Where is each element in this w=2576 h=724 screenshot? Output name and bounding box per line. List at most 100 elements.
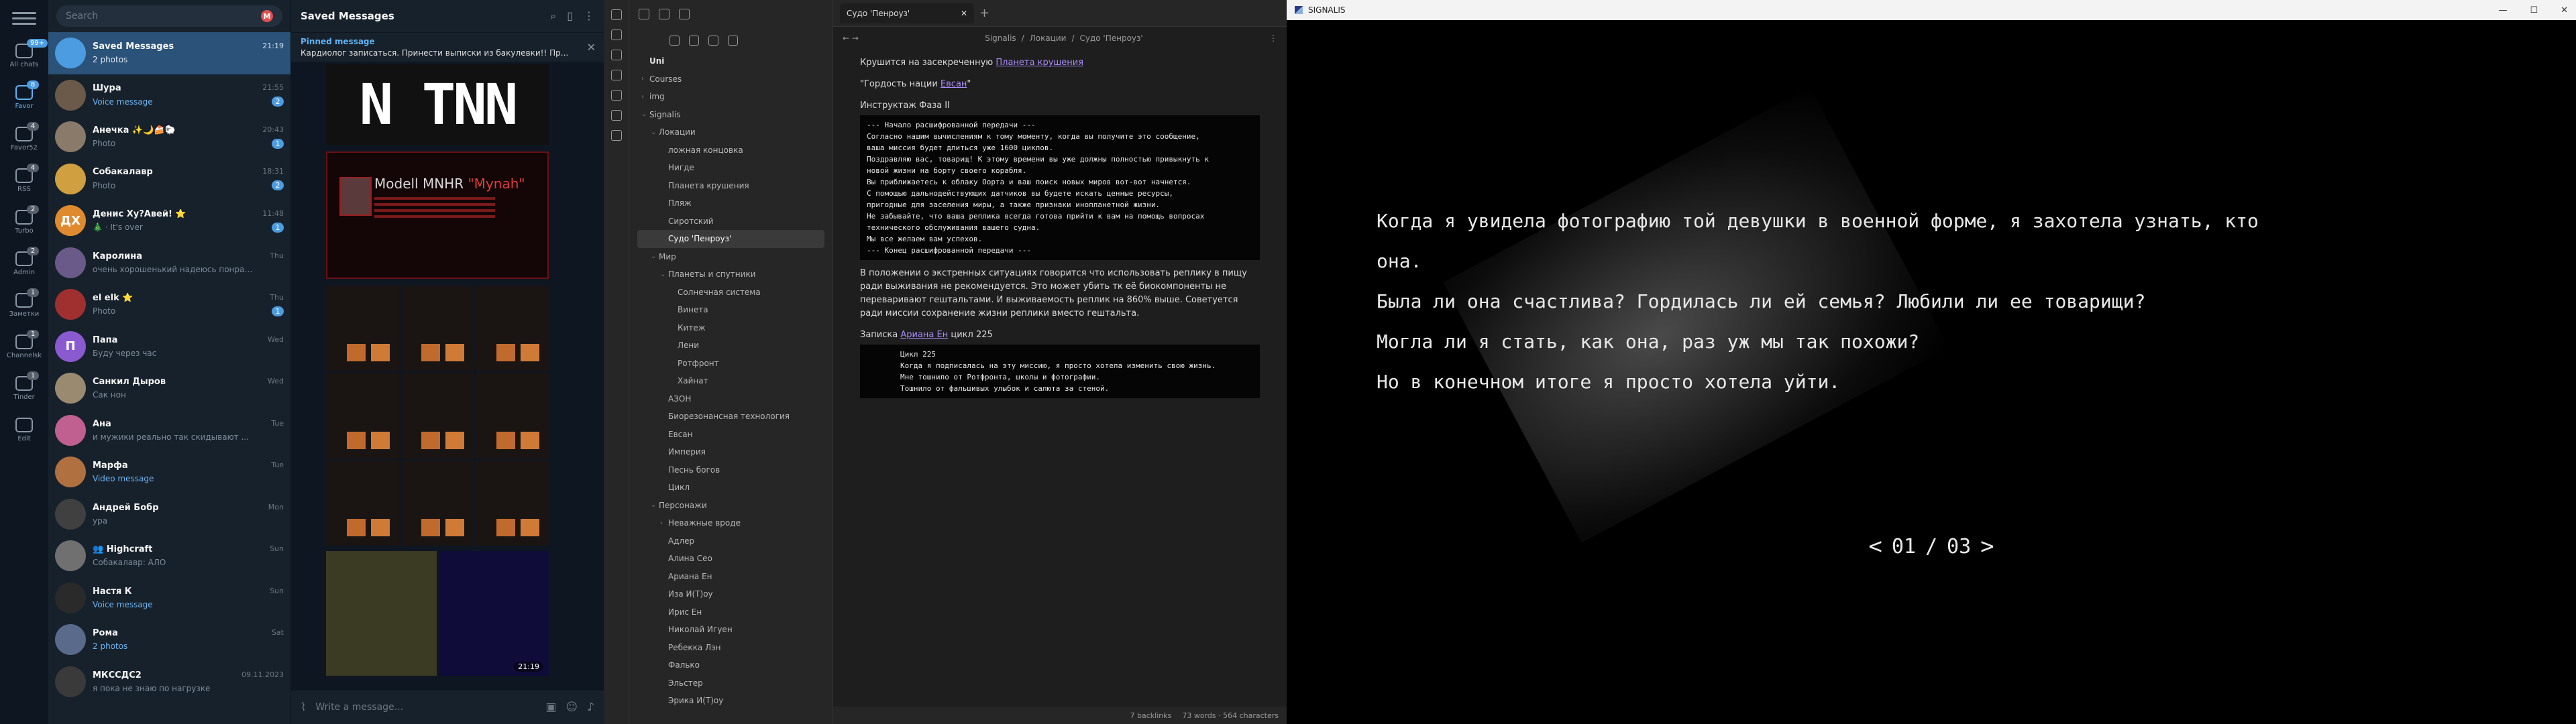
- chat-item[interactable]: П Папа Wed Буду через час: [48, 326, 290, 368]
- folder-tab[interactable]: Заметки 1: [0, 284, 48, 326]
- folder-icon[interactable]: [639, 9, 649, 19]
- photo-tile[interactable]: [400, 460, 474, 546]
- close-icon[interactable]: ✕: [587, 41, 596, 54]
- new-note-icon[interactable]: [669, 35, 680, 46]
- photo-tile[interactable]: [326, 286, 399, 371]
- tree-item[interactable]: ⌄ Персонажи: [637, 497, 833, 515]
- prev-page-icon[interactable]: <: [1868, 533, 1882, 560]
- file-icon[interactable]: [610, 29, 622, 40]
- tree-item[interactable]: Солнечная система: [637, 284, 833, 302]
- sort-icon[interactable]: [708, 35, 718, 46]
- tree-item[interactable]: ⌄ Планеты и спутники: [637, 265, 833, 284]
- tree-item[interactable]: Китеж: [637, 319, 833, 337]
- folder-tab[interactable]: Channelsk 1: [0, 326, 48, 367]
- tree-item[interactable]: ⌄ Мир: [637, 248, 833, 266]
- tree-item[interactable]: Песнь богов: [637, 461, 833, 479]
- internal-link[interactable]: Евсан: [941, 79, 967, 89]
- chat-item[interactable]: ДХ Денис Ху?Авей! ⭐ 11:48 🎄 · It's over 1: [48, 200, 290, 242]
- collapse-icon[interactable]: [728, 35, 738, 46]
- internal-link[interactable]: Ариана Ен: [900, 330, 948, 340]
- tree-item[interactable]: Биорезонансная технология: [637, 408, 833, 426]
- tree-item[interactable]: Судо 'Пенроуз': [637, 230, 824, 248]
- search-icon[interactable]: [659, 9, 669, 19]
- tree-item[interactable]: Планета крушения: [637, 177, 833, 195]
- chat-item[interactable]: МКССДС2 09.11.2023 я пока не знаю по нагру…: [48, 661, 290, 703]
- photo-tile[interactable]: [326, 551, 437, 676]
- folder-tab[interactable]: Admin 2: [0, 243, 48, 284]
- internal-link[interactable]: Планета крушения: [996, 58, 1083, 68]
- photo-tile[interactable]: [476, 460, 549, 546]
- sidebar-toggle-icon[interactable]: [610, 9, 622, 20]
- tree-item[interactable]: Uni: [637, 52, 833, 70]
- photo-album[interactable]: [326, 286, 549, 546]
- close-icon[interactable]: ✕: [961, 9, 967, 18]
- microphone-icon[interactable]: ♪: [587, 701, 594, 714]
- tree-item[interactable]: Винета: [637, 301, 833, 319]
- photo-tile[interactable]: [400, 286, 474, 371]
- folder-tab[interactable]: Favor52 4: [0, 118, 48, 160]
- game-viewport[interactable]: Когда я увидела фотографию той девушки в…: [1287, 20, 2576, 724]
- chat-item[interactable]: Каролина Thu очень хорошенький надеюсь пон…: [48, 242, 290, 284]
- tree-item[interactable]: › Courses: [637, 70, 833, 88]
- graph-icon[interactable]: [610, 50, 622, 60]
- emoji-icon[interactable]: ☺: [566, 701, 578, 714]
- tree-item[interactable]: Фалько: [637, 656, 833, 674]
- crumb-item[interactable]: Судо 'Пенроуз': [1079, 34, 1142, 43]
- tree-item[interactable]: Ротфронт: [637, 355, 833, 373]
- tree-item[interactable]: ⌄ Локации: [637, 123, 833, 141]
- chat-item[interactable]: Рома Sat 2 photos: [48, 619, 290, 661]
- tree-item[interactable]: Лени: [637, 337, 833, 355]
- tree-item[interactable]: Сиротский: [637, 213, 833, 231]
- more-icon[interactable]: ⋮: [1269, 34, 1277, 43]
- new-folder-icon[interactable]: [689, 35, 699, 46]
- menu-icon[interactable]: [12, 8, 36, 28]
- chat-item[interactable]: Анечка ✨🌙🍰🐑 20:43 Photo 1: [48, 116, 290, 158]
- search-icon[interactable]: ⌕: [550, 9, 556, 23]
- folder-tab[interactable]: All chats 99+: [0, 35, 48, 76]
- folder-tab[interactable]: Turbo 2: [0, 201, 48, 243]
- photo-album[interactable]: 21:19: [326, 551, 549, 676]
- chat-item[interactable]: Санкил Дыров Wed Сак нон: [48, 367, 290, 410]
- bookmark-icon[interactable]: [679, 9, 690, 19]
- tree-item[interactable]: Изa И(Т)оу: [637, 585, 833, 603]
- chat-item[interactable]: Настя К Sun Voice message: [48, 577, 290, 619]
- tab-note[interactable]: Судо 'Пенроуз' ✕: [840, 3, 974, 23]
- close-icon[interactable]: ✕: [2561, 5, 2568, 15]
- search-input[interactable]: Search M: [56, 5, 282, 27]
- photo-tile[interactable]: [476, 373, 549, 459]
- maximize-icon[interactable]: ☐: [2530, 5, 2538, 15]
- pinned-message-bar[interactable]: Pinned message Кардиолог записаться. При…: [291, 32, 604, 62]
- chat-item[interactable]: Андрей Бобр Mon ура: [48, 493, 290, 536]
- tree-item[interactable]: Евсан: [637, 426, 833, 444]
- next-page-icon[interactable]: >: [1980, 533, 1994, 560]
- chat-item[interactable]: Марфа Tue Video message: [48, 451, 290, 493]
- chat-item[interactable]: Собакалавр 18:31 Photo 2: [48, 158, 290, 200]
- minimize-icon[interactable]: —: [2498, 5, 2507, 15]
- folder-tab[interactable]: Tinder 1: [0, 367, 48, 409]
- chat-item[interactable]: Saved Messages 21:19 2 photos: [48, 32, 290, 74]
- folder-tab[interactable]: Edit: [0, 409, 48, 450]
- tree-item[interactable]: Эрика И(Т)оу: [637, 692, 833, 710]
- tree-item[interactable]: ложная концовка: [637, 141, 833, 160]
- tree-item[interactable]: › Неважные вроде: [637, 514, 833, 532]
- sidebar-toggle-icon[interactable]: ▯: [567, 9, 573, 23]
- calendar-icon[interactable]: [610, 90, 622, 101]
- tree-item[interactable]: Нигде: [637, 159, 833, 177]
- crumb-item[interactable]: Локации: [1030, 34, 1067, 43]
- terminal-icon[interactable]: [610, 130, 622, 141]
- new-tab-icon[interactable]: +: [979, 6, 989, 20]
- photo-tile[interactable]: [326, 373, 399, 459]
- photo-tile[interactable]: [326, 460, 399, 546]
- photo-tile[interactable]: [476, 286, 549, 371]
- photo-message[interactable]: Modell MNHR "Mynah": [326, 152, 549, 279]
- tree-item[interactable]: Ребекка Лэн: [637, 639, 833, 657]
- tree-item[interactable]: Ариана Ен: [637, 568, 833, 586]
- message-input[interactable]: Write a message...: [315, 702, 536, 713]
- photo-tile[interactable]: 21:19: [438, 551, 549, 676]
- copy-icon[interactable]: [610, 110, 622, 121]
- chat-item[interactable]: Ана Tue и мужики реально так скидывают ...: [48, 410, 290, 452]
- chat-item[interactable]: 👥 Highcraft Sun Собакалавр: АЛО: [48, 535, 290, 577]
- tree-item[interactable]: Ирис Ен: [637, 603, 833, 621]
- tree-item[interactable]: Империя: [637, 443, 833, 461]
- tree-item[interactable]: Эльстер: [637, 674, 833, 692]
